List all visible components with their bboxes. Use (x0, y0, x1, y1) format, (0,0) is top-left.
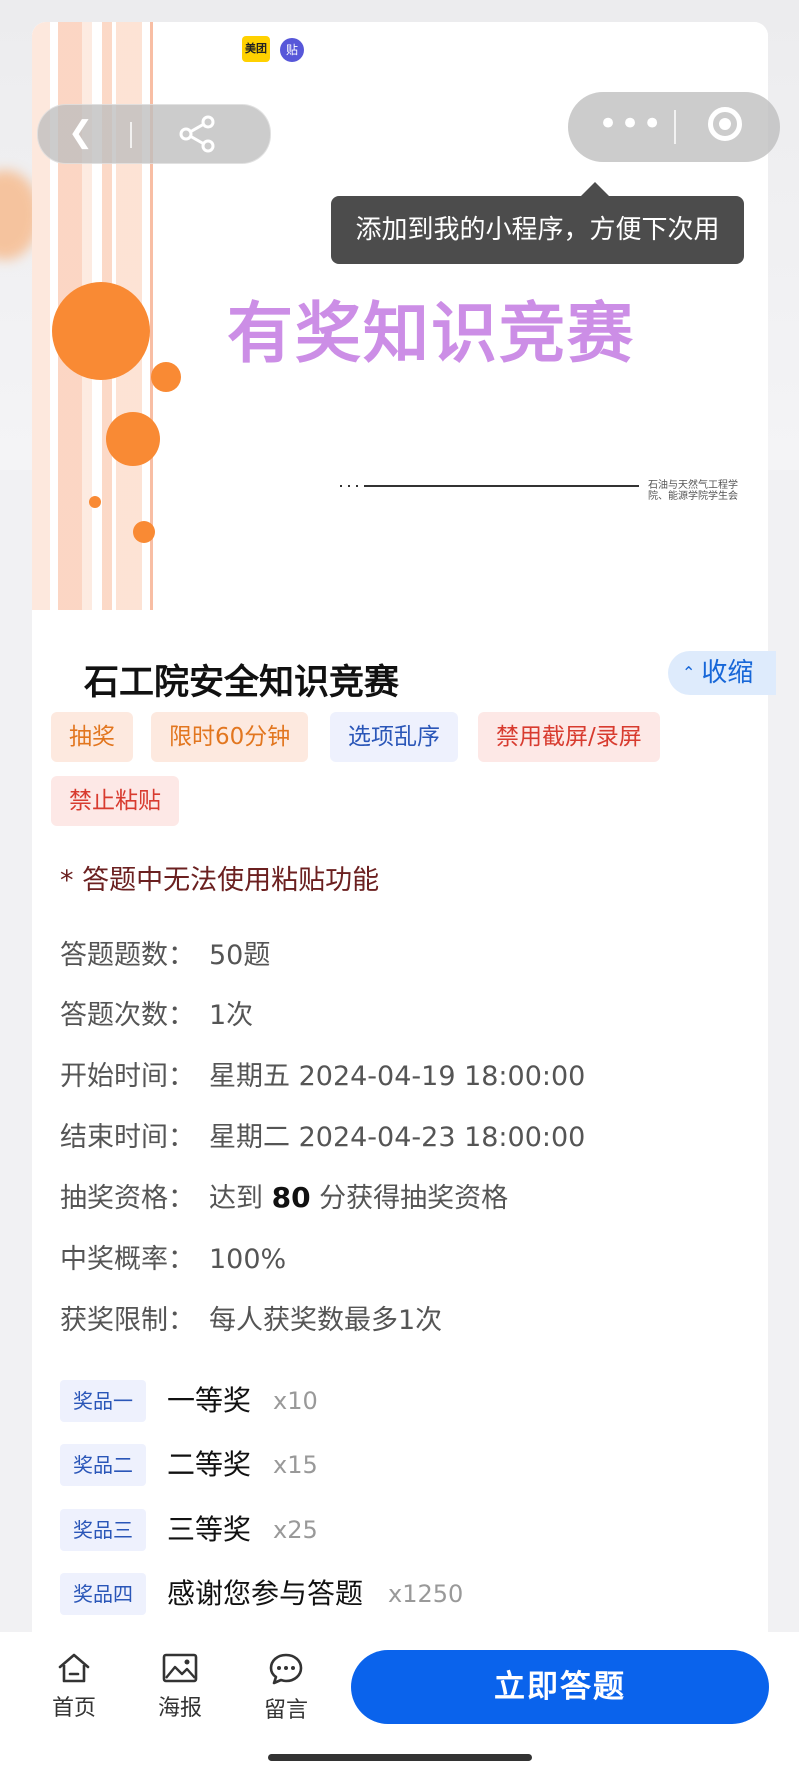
prize-badge: 奖品四 (60, 1573, 146, 1615)
info-value-suffix: 分获得抽奖资格 (310, 1183, 509, 1214)
nav-poster[interactable]: 海报 (140, 1652, 220, 1722)
info-end-time: 结束时间： 星期二 2024-04-23 18:00:00 (60, 1115, 585, 1154)
start-quiz-button[interactable]: 立即答题 (351, 1650, 769, 1724)
info-label: 获奖限制： (60, 1305, 195, 1336)
prize-badge: 奖品二 (60, 1444, 146, 1486)
target-circle-icon[interactable] (708, 107, 742, 141)
prize-badge: 奖品三 (60, 1509, 146, 1551)
info-value-prefix: 达到 (209, 1183, 272, 1214)
tag-no-paste: 禁止粘贴 (51, 776, 179, 826)
banner-circle (89, 496, 101, 508)
menu-capsule: ••• (568, 92, 780, 162)
info-value: 100% (209, 1244, 287, 1275)
nav-capsule: ❮ (37, 104, 271, 164)
info-question-count: 答题题数： 50题 (60, 933, 270, 972)
info-label: 答题次数： (60, 1000, 195, 1031)
tag-time-limit: 限时60分钟 (151, 712, 309, 762)
collapse-label: 收缩 (701, 658, 754, 688)
tag-lottery: 抽奖 (51, 712, 133, 762)
banner-divider (334, 485, 639, 487)
prize-name: 三等奖 (167, 1513, 252, 1546)
banner-title: 有奖知识竞赛 (227, 295, 635, 372)
banner-circle (52, 282, 150, 380)
info-attempts: 答题次数： 1次 (60, 993, 253, 1032)
add-miniprogram-tooltip: 添加到我的小程序，方便下次用 (331, 182, 744, 264)
tag-shuffle-options: 选项乱序 (330, 712, 458, 762)
nav-comments[interactable]: 留言 (246, 1652, 326, 1724)
collapse-button[interactable]: ⌃ 收缩 (668, 651, 776, 695)
capsule-separator (130, 122, 132, 148)
paste-warning: * 答题中无法使用粘贴功能 (60, 865, 380, 896)
info-lottery-eligibility: 抽奖资格： 达到 80 分获得抽奖资格 (60, 1176, 508, 1215)
chevron-left-icon[interactable]: ❮ (68, 115, 93, 150)
info-win-rate: 中奖概率： 100% (60, 1237, 286, 1276)
info-award-limit: 获奖限制： 每人获奖数最多1次 (60, 1298, 442, 1337)
banner-circle (133, 521, 155, 543)
info-value: 星期二 2024-04-23 18:00:00 (209, 1122, 586, 1153)
tie-logo: 贴 (280, 38, 304, 62)
prize-name: 一等奖 (167, 1384, 252, 1417)
banner-circle (106, 412, 160, 466)
prize-name: 感谢您参与答题 (167, 1577, 364, 1610)
chat-icon (269, 1653, 303, 1685)
tag-no-screenshot: 禁用截屏/录屏 (478, 712, 660, 762)
prize-count: x10 (273, 1387, 318, 1415)
capsule-separator (674, 110, 676, 144)
nav-home[interactable]: 首页 (34, 1652, 114, 1722)
prize-count: x25 (273, 1516, 318, 1544)
nav-comments-label: 留言 (263, 1698, 308, 1723)
nav-home-label: 首页 (51, 1696, 96, 1721)
prize-count: x15 (273, 1451, 318, 1479)
share-icon[interactable] (178, 115, 218, 157)
info-value: 星期五 2024-04-19 18:00:00 (209, 1061, 586, 1092)
banner-circle (151, 362, 181, 392)
info-value: 每人获奖数最多1次 (209, 1305, 443, 1336)
quiz-title: 石工院安全知识竞赛 (84, 663, 400, 703)
info-label: 结束时间： (60, 1122, 195, 1153)
prize-badge: 奖品一 (60, 1380, 146, 1422)
image-icon (162, 1653, 198, 1683)
info-start-time: 开始时间： 星期五 2024-04-19 18:00:00 (60, 1054, 585, 1093)
prize-count: x1250 (388, 1580, 464, 1608)
more-dots-icon[interactable]: ••• (598, 104, 664, 144)
info-label: 答题题数： (60, 940, 195, 971)
info-value: 50题 (209, 940, 271, 971)
info-score: 80 (271, 1181, 311, 1214)
home-indicator (268, 1754, 532, 1761)
meituan-logo: 美团 (242, 36, 270, 62)
bottom-bar: 首页 海报 留言 立即答题 (0, 1632, 799, 1776)
banner-organizer: 石油与天然气工程学院、能源学院学生会 (648, 480, 738, 502)
prize-name: 二等奖 (167, 1448, 252, 1481)
nav-poster-label: 海报 (157, 1696, 202, 1721)
info-label: 抽奖资格： (60, 1183, 195, 1214)
info-label: 开始时间： (60, 1061, 195, 1092)
info-label: 中奖概率： (60, 1244, 195, 1275)
info-value: 1次 (209, 1000, 254, 1031)
home-icon (58, 1653, 90, 1683)
banner-divider-dash (334, 485, 364, 487)
chevron-up-icon: ⌃ (682, 663, 696, 682)
